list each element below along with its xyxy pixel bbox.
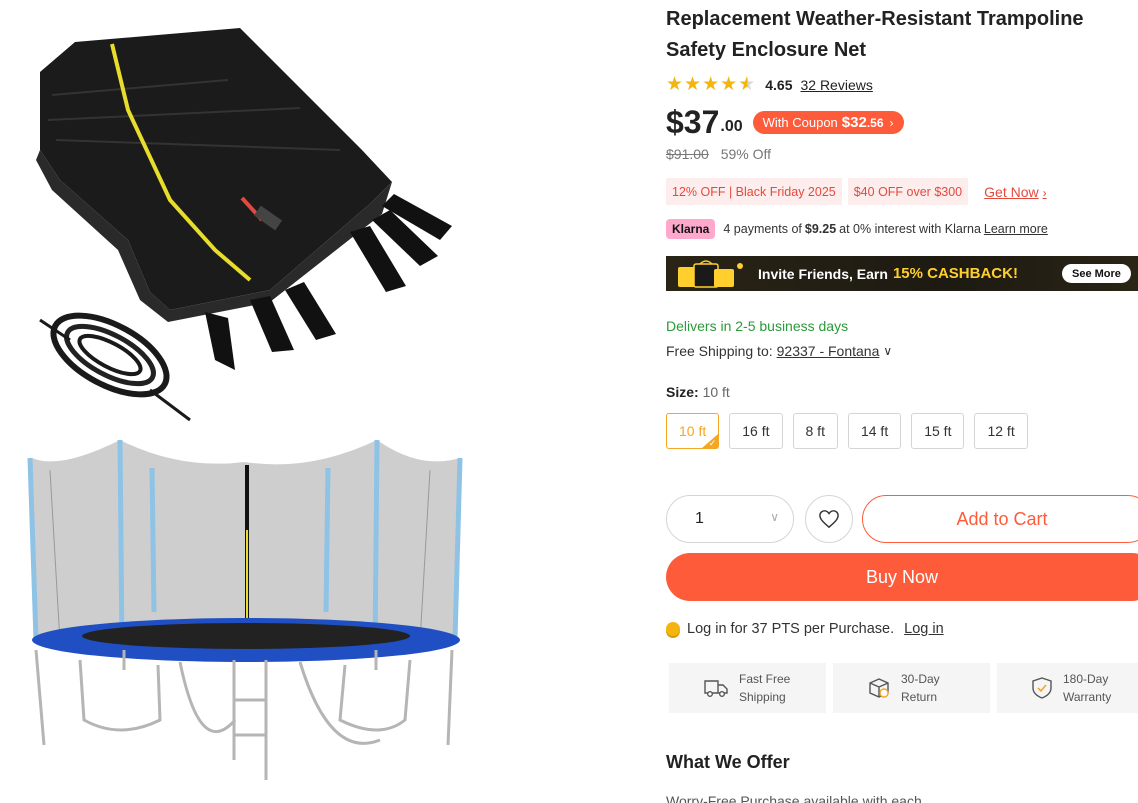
perk-line1: 30-Day (901, 672, 940, 686)
product-title: Replacement Weather-Resistant Trampoline… (666, 8, 1084, 61)
banner-text: Invite Friends, Earn 15% CASHBACK! (758, 256, 1018, 291)
offer-partial-text: Worry-Free Purchase available with each (666, 793, 922, 803)
size-option-label: 8 ft (805, 423, 825, 439)
size-option-label: 15 ft (924, 423, 952, 439)
perk-line1: 180-Day (1063, 672, 1109, 686)
size-option-label: 14 ft (860, 423, 889, 439)
buy-now-button[interactable]: Buy Now (666, 553, 1138, 601)
product-image-gallery[interactable] (0, 0, 640, 803)
heart-icon (819, 510, 839, 529)
product-info-panel: Replacement Weather-Resistant Trampoline… (666, 0, 1138, 803)
coupon-label: With Coupon (762, 115, 838, 130)
return-box-icon (869, 678, 889, 698)
current-price: $37 (666, 104, 720, 140)
coupon-price-cents: .56 (866, 115, 884, 130)
perk-fast-free-shipping[interactable]: Fast Free Shipping (669, 663, 826, 713)
shield-check-icon (1032, 677, 1052, 699)
size-option-14ft[interactable]: 14 ft (847, 413, 902, 449)
size-option-16ft[interactable]: 16 ft (729, 413, 783, 449)
perk-line2: Warranty (1063, 690, 1112, 704)
size-label-row: Size: 10 ft (666, 384, 730, 400)
size-selected-value: 10 ft (702, 384, 730, 400)
star-rating: ★ ★ ★ ★ ★ (666, 75, 755, 95)
star-icon: ★ (666, 74, 684, 95)
klarna-text-before: 4 payments of (723, 222, 802, 236)
half-star-icon: ★ (738, 74, 756, 95)
chevron-down-icon[interactable]: ∨ (883, 344, 892, 358)
klarna-row: Klarna 4 payments of $9.25 at 0% interes… (666, 219, 1048, 239)
wishlist-button[interactable] (805, 495, 853, 543)
chevron-down-icon: ∨ (770, 510, 779, 524)
size-label: Size: (666, 384, 699, 400)
coupon-badge[interactable]: With Coupon $32.56 › (752, 111, 904, 134)
current-price-cents: .00 (720, 118, 743, 135)
size-options: 10 ft ✓ 16 ft 8 ft 14 ft 15 ft 12 ft (666, 413, 1028, 449)
promotions-row: 12% OFF | Black Friday 2025 $40 OFF over… (666, 178, 1047, 205)
size-option-15ft[interactable]: 15 ft (911, 413, 965, 449)
banner-cashback: 15% CASHBACK! (892, 265, 1018, 282)
perk-line1: Fast Free (739, 672, 791, 686)
perk-label: 180-Day Warranty (1063, 670, 1111, 706)
chevron-right-icon: › (889, 115, 894, 130)
cashback-banner[interactable]: Invite Friends, Earn 15% CASHBACK! See M… (666, 256, 1138, 291)
shipping-row: Free Shipping to: 92337 - Fontana ∨ (666, 343, 892, 359)
size-option-label: 16 ft (742, 423, 770, 439)
rating-value: 4.65 (765, 77, 793, 93)
klarna-learn-more-link[interactable]: Learn more (984, 222, 1048, 236)
klarna-text-after: at 0% interest with Klarna (839, 222, 981, 236)
promo-tag-spend-discount: $40 OFF over $300 (847, 178, 969, 205)
star-icon: ★ (702, 74, 720, 95)
star-icon: ★ (720, 74, 738, 95)
folded-net-illustration (36, 28, 452, 422)
gift-bags-icon (678, 260, 743, 288)
perk-30-day-return[interactable]: 30-Day Return (833, 663, 990, 713)
what-we-offer-heading: What We Offer (666, 752, 790, 772)
truck-icon (704, 680, 728, 697)
discount-percent: 59% Off (720, 146, 772, 162)
promo-tag-black-friday: 12% OFF | Black Friday 2025 (666, 178, 842, 205)
delivery-estimate: Delivers in 2-5 business days (666, 318, 849, 334)
rating-row: ★ ★ ★ ★ ★ 4.65 32 Reviews (666, 74, 873, 96)
add-to-cart-button[interactable]: Add to Cart (862, 495, 1138, 543)
price-row: $37 .00 With Coupon $32.56 › (666, 104, 904, 140)
banner-message: Invite Friends, Earn (758, 265, 888, 282)
shipping-label: Free Shipping to: (666, 343, 773, 359)
size-option-10ft[interactable]: 10 ft ✓ (666, 413, 720, 449)
reviews-link[interactable]: 32 Reviews (800, 77, 872, 93)
checkmark-icon: ✓ (708, 438, 717, 448)
get-now-link[interactable]: Get Now › (984, 184, 1046, 200)
perk-180-day-warranty[interactable]: 180-Day Warranty (997, 663, 1138, 713)
size-option-label: 12 ft (987, 423, 1015, 439)
quantity-select[interactable]: 1 ∨ (666, 495, 794, 543)
get-now-label: Get Now (984, 183, 1039, 200)
login-link[interactable]: Log in (904, 621, 944, 637)
coin-icon (666, 622, 680, 636)
points-row: Log in for 37 PTS per Purchase. Log in (666, 621, 944, 637)
service-perks: Fast Free Shipping 30-Day Return 180-Day… (669, 663, 1138, 713)
chevron-right-icon: › (1042, 185, 1047, 200)
coupon-price: $32 (841, 114, 867, 131)
star-icon: ★ (684, 74, 702, 95)
klarna-logo: Klarna (666, 219, 716, 239)
trampoline-illustration (27, 439, 463, 780)
klarna-amount: $9.25 (804, 222, 837, 236)
perk-label: 30-Day Return (901, 670, 940, 706)
perk-line2: Shipping (739, 690, 786, 704)
shipping-location-link[interactable]: 92337 - Fontana (777, 343, 880, 359)
quantity-value: 1 (695, 510, 704, 527)
see-more-button[interactable]: See More (1062, 264, 1131, 283)
product-image (27, 28, 463, 780)
original-price: $91.00 (666, 146, 709, 162)
size-option-8ft[interactable]: 8 ft (792, 413, 838, 449)
original-price-row: $91.00 59% Off (666, 146, 771, 162)
perk-label: Fast Free Shipping (739, 670, 790, 706)
size-option-12ft[interactable]: 12 ft (974, 413, 1028, 449)
perk-line2: Return (901, 690, 938, 704)
points-text: Log in for 37 PTS per Purchase. (687, 621, 895, 637)
